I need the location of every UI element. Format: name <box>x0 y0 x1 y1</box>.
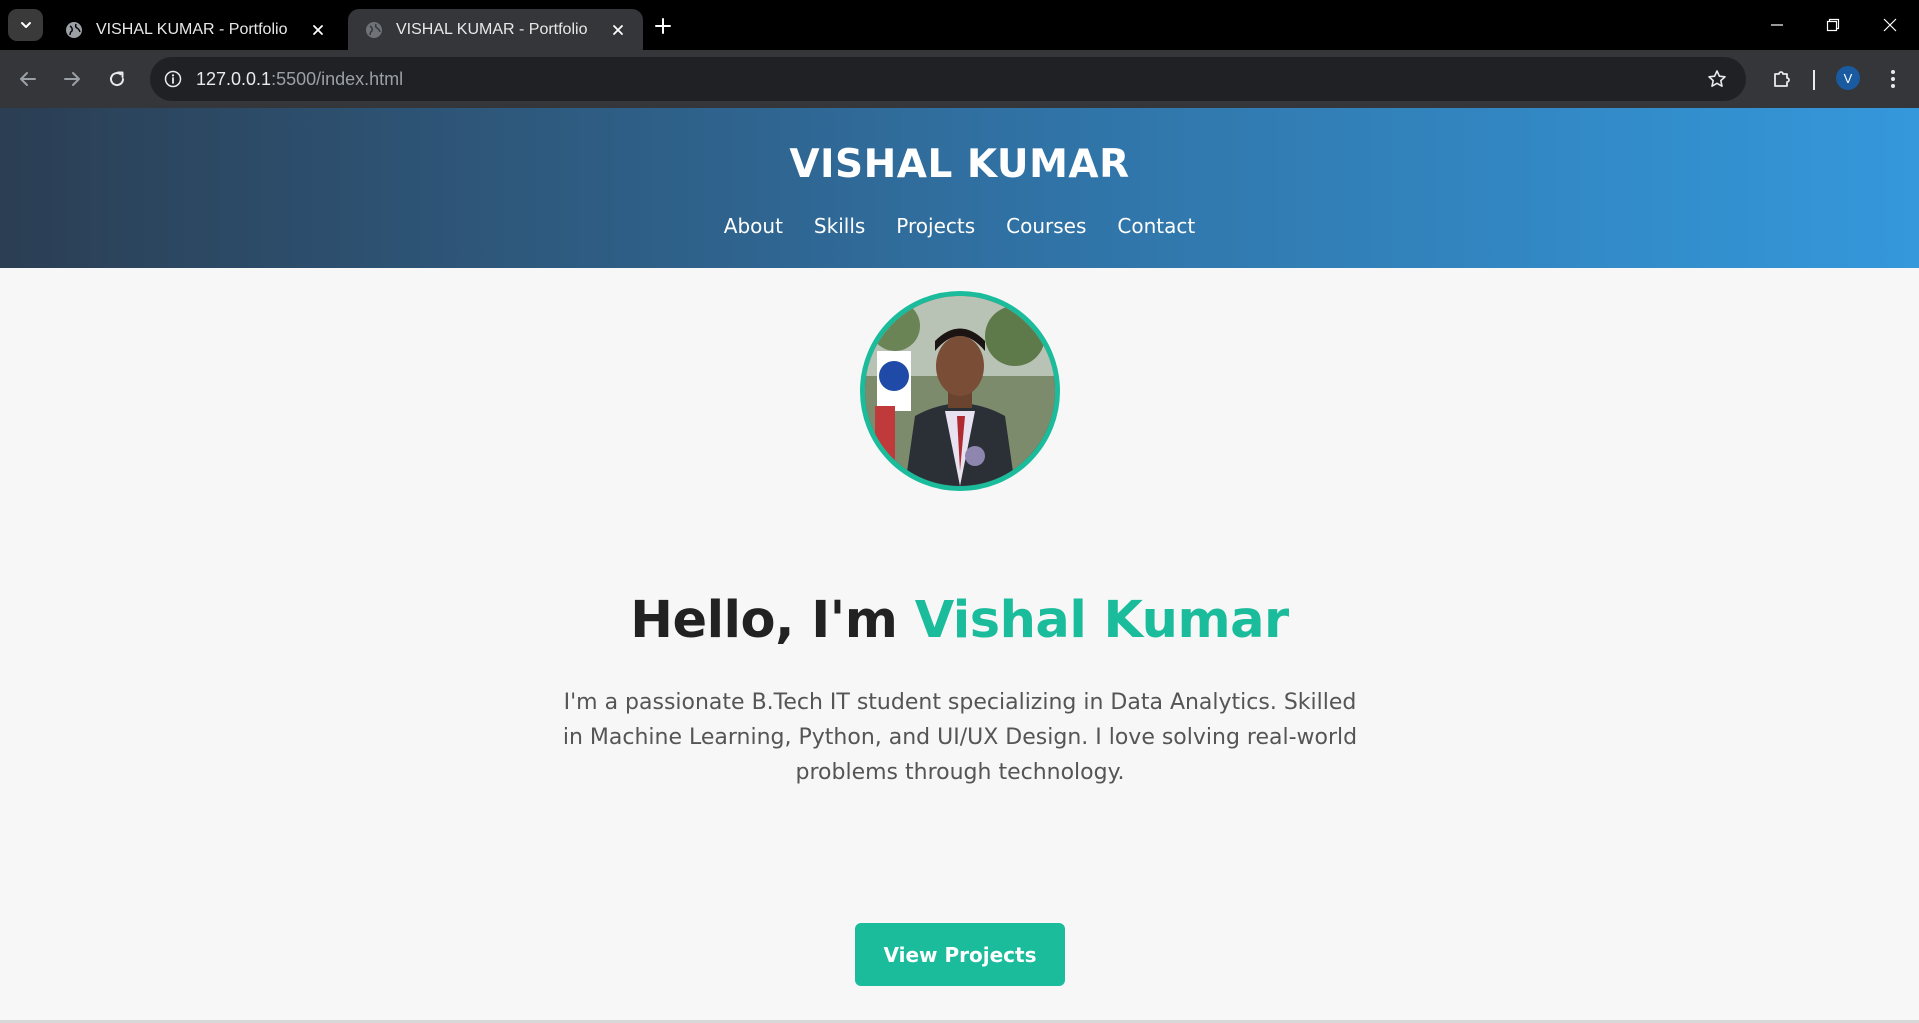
browser-tab-1[interactable]: VISHAL KUMAR - Portfolio <box>48 9 343 50</box>
reload-button[interactable] <box>101 63 133 95</box>
web-page: VISHAL KUMAR About Skills Projects Cours… <box>0 108 1919 1020</box>
tab-title: VISHAL KUMAR - Portfolio <box>96 20 288 38</box>
toolbar-divider <box>1813 70 1815 90</box>
nav-link-projects[interactable]: Projects <box>896 214 975 238</box>
browser-tab-strip: VISHAL KUMAR - Portfolio VISHAL KUMAR - … <box>0 0 1919 50</box>
bookmark-star-icon[interactable] <box>1704 66 1730 92</box>
browser-menu-button[interactable] <box>1880 63 1906 95</box>
arrow-left-icon <box>20 72 36 86</box>
url-path: :5500/index.html <box>271 68 404 89</box>
puzzle-icon <box>1774 71 1790 87</box>
site-nav: About Skills Projects Courses Contact <box>0 214 1919 238</box>
hero-heading: Hello, I'm Vishal Kumar <box>0 591 1919 650</box>
plus-icon <box>655 18 671 34</box>
hero-name: Vishal Kumar <box>914 591 1290 650</box>
hero-greeting: Hello, I'm <box>630 591 915 650</box>
nav-link-skills[interactable]: Skills <box>814 214 865 238</box>
site-header: VISHAL KUMAR About Skills Projects Cours… <box>0 108 1919 268</box>
url-text: 127.0.0.1:5500/index.html <box>196 69 403 90</box>
profile-photo <box>860 291 1060 491</box>
forward-button[interactable] <box>56 63 88 95</box>
close-icon[interactable] <box>307 19 329 41</box>
site-title: VISHAL KUMAR <box>789 142 1130 187</box>
globe-icon <box>366 21 382 38</box>
address-bar[interactable]: 127.0.0.1:5500/index.html <box>150 57 1746 101</box>
profile-avatar[interactable]: V <box>1836 66 1860 90</box>
tab-title: VISHAL KUMAR - Portfolio <box>396 20 588 38</box>
new-tab-button[interactable] <box>650 13 676 39</box>
restore-button[interactable] <box>1813 10 1853 40</box>
arrow-right-icon <box>64 72 80 86</box>
reload-icon <box>110 71 125 87</box>
close-window-button[interactable] <box>1870 10 1910 40</box>
hero-section: Hello, I'm Vishal Kumar I'm a passionate… <box>0 268 1919 1020</box>
chevron-down-icon <box>20 22 31 28</box>
profile-photo-illustration <box>865 296 1055 486</box>
nav-link-about[interactable]: About <box>724 214 783 238</box>
url-host: 127.0.0.1 <box>196 68 272 89</box>
site-info-icon[interactable] <box>158 64 188 94</box>
tab-search-button[interactable] <box>8 9 43 41</box>
nav-link-courses[interactable]: Courses <box>1006 214 1086 238</box>
hero-description: I'm a passionate B.Tech IT student speci… <box>562 690 1358 785</box>
globe-icon <box>66 21 82 38</box>
extensions-button[interactable] <box>1766 63 1798 95</box>
minimize-icon <box>1771 24 1783 26</box>
back-button[interactable] <box>12 63 44 95</box>
browser-tab-2-active[interactable]: VISHAL KUMAR - Portfolio <box>348 9 643 50</box>
minimize-button[interactable] <box>1757 10 1797 40</box>
browser-toolbar: 127.0.0.1:5500/index.html <box>0 50 1919 108</box>
view-projects-button[interactable]: View Projects <box>855 923 1065 986</box>
restore-icon <box>1826 18 1840 32</box>
close-icon[interactable] <box>607 19 629 41</box>
close-icon <box>1883 18 1897 32</box>
more-vertical-icon <box>1891 70 1895 88</box>
nav-link-contact[interactable]: Contact <box>1117 214 1195 238</box>
